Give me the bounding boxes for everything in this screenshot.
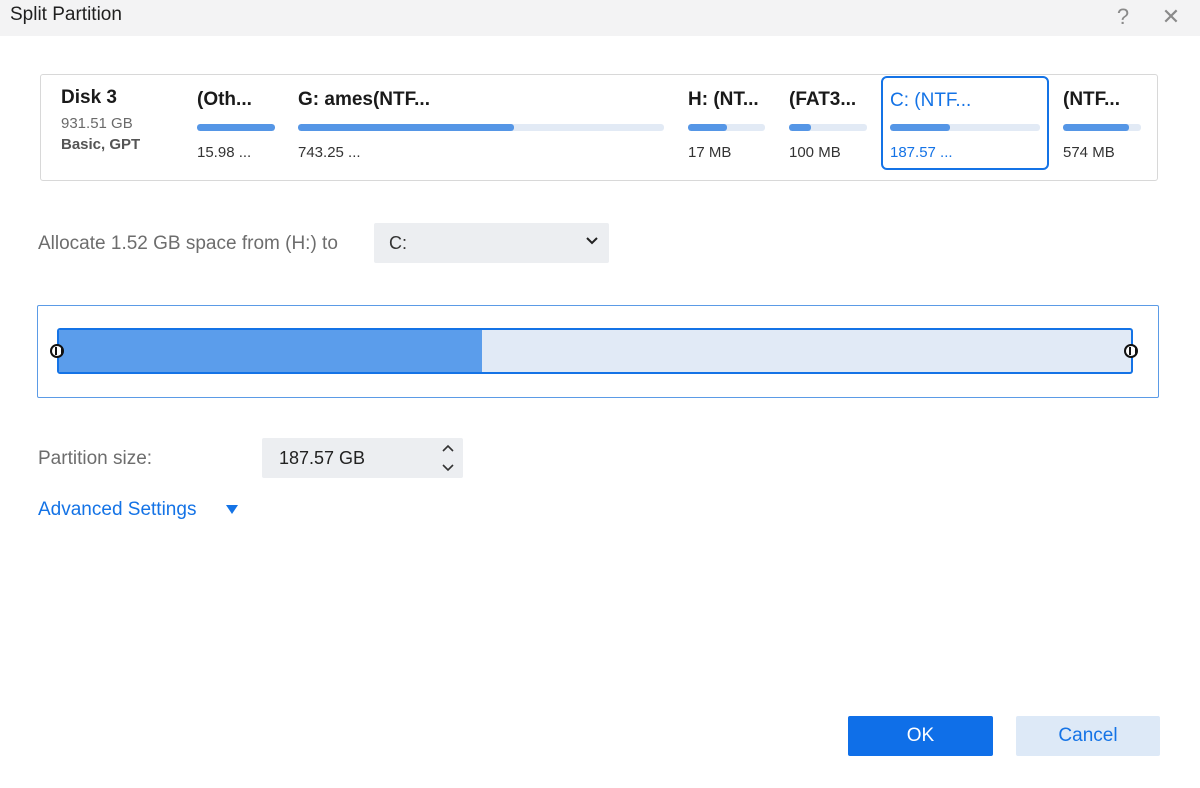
partition-other[interactable]: (Oth... 15.98 ... [196, 75, 278, 180]
disk-info: Disk 3 931.51 GB Basic, GPT [61, 87, 140, 153]
advanced-settings-link[interactable]: Advanced Settings [38, 499, 196, 521]
triangle-down-icon[interactable] [226, 505, 238, 514]
partition-label: (NTF... [1063, 89, 1120, 110]
partition-fat32[interactable]: (FAT3... 100 MB [788, 75, 870, 180]
partition-label: H: (NT... [688, 89, 759, 110]
ok-button[interactable]: OK [848, 716, 993, 756]
cancel-button[interactable]: Cancel [1016, 716, 1160, 756]
chevron-down-icon [586, 237, 598, 245]
partition-usage-fill [197, 124, 275, 131]
disk-map: Disk 3 931.51 GB Basic, GPT (Oth... 15.9… [40, 74, 1158, 181]
partition-usage-bar [1063, 124, 1141, 131]
partition-usage-bar [197, 124, 275, 131]
used-space-fill [59, 330, 483, 372]
partition-label: (Oth... [197, 89, 252, 110]
partition-ntfs[interactable]: (NTF... 574 MB [1062, 75, 1144, 180]
partition-size: 743.25 ... [298, 144, 361, 161]
partition-size-input[interactable] [262, 438, 463, 478]
right-resize-handle[interactable] [1124, 344, 1138, 358]
partition-usage-bar [890, 124, 1040, 131]
resize-panel [37, 305, 1159, 398]
partition-usage-fill [1063, 124, 1130, 131]
target-partition-value: C: [389, 233, 407, 253]
partition-g[interactable]: G: ames(NTF... 743.25 ... [297, 75, 667, 180]
dialog-title: Split Partition [10, 4, 122, 25]
partition-h[interactable]: H: (NT... 17 MB [687, 75, 769, 180]
partition-size: 15.98 ... [197, 144, 252, 161]
partition-label: G: ames(NTF... [298, 89, 430, 110]
partition-usage-bar [298, 124, 664, 131]
partition-usage-bar [688, 124, 765, 131]
partition-size: 17 MB [688, 144, 732, 161]
disk-size: 931.51 GB [61, 115, 133, 132]
partition-c-selected[interactable]: C: (NTF... 187.57 ... [881, 76, 1049, 170]
target-partition-select[interactable]: C: [374, 223, 609, 263]
partition-usage-bar [789, 124, 867, 131]
close-icon[interactable]: ✕ [1156, 2, 1186, 32]
partition-size-label: Partition size: [38, 448, 153, 469]
partition-resize-bar[interactable] [57, 328, 1133, 374]
partition-usage-fill [890, 124, 950, 131]
allocate-label: Allocate 1.52 GB space from (H:) to [38, 233, 338, 254]
partition-usage-fill [789, 124, 811, 131]
partition-size: 187.57 ... [890, 144, 953, 161]
size-stepper-icon[interactable] [438, 440, 458, 476]
partition-label: (FAT3... [789, 89, 857, 110]
partition-size: 100 MB [789, 144, 841, 161]
title-bar: Split Partition ? ✕ [0, 0, 1200, 36]
partition-size: 574 MB [1063, 144, 1115, 161]
partition-usage-fill [298, 124, 514, 131]
partition-usage-fill [688, 124, 727, 131]
partition-label: C: (NTF... [890, 90, 972, 111]
help-icon[interactable]: ? [1108, 2, 1138, 32]
left-resize-handle[interactable] [50, 344, 64, 358]
disk-type: Basic, GPT [61, 136, 141, 153]
disk-name: Disk 3 [61, 87, 117, 108]
